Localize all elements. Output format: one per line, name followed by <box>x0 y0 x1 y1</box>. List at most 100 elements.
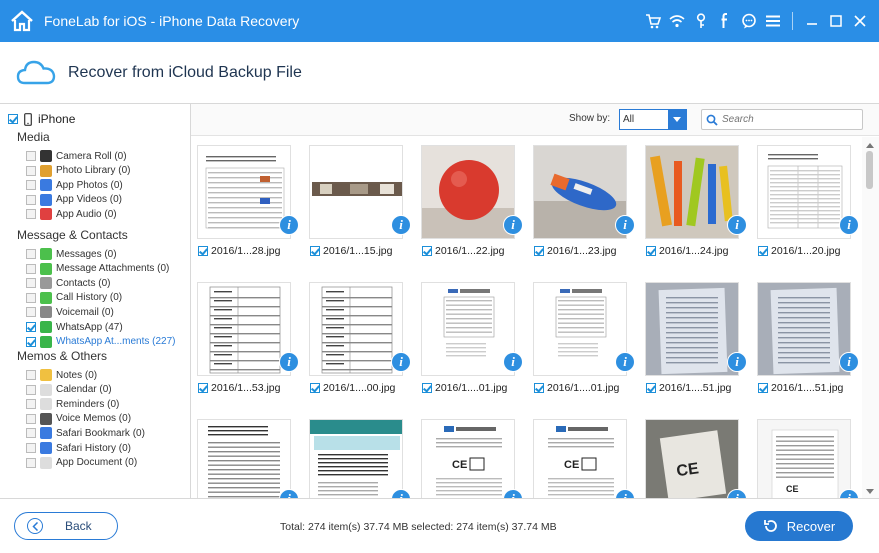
sidebar-item[interactable]: WhatsApp At...ments (227) <box>26 335 176 349</box>
item-checkbox[interactable] <box>26 370 36 380</box>
recover-button[interactable]: Recover <box>745 511 853 541</box>
item-checkbox[interactable] <box>26 151 36 161</box>
wifi-icon[interactable] <box>666 10 688 32</box>
key-icon[interactable] <box>690 10 712 32</box>
file-thumbnail[interactable] <box>197 419 291 498</box>
sidebar-item[interactable]: Message Attachments (0) <box>26 262 169 276</box>
item-checkbox[interactable] <box>26 443 36 453</box>
sidebar-item[interactable]: WhatsApp (47) <box>26 320 123 334</box>
sidebar-item[interactable]: App Audio (0) <box>26 207 117 221</box>
info-icon[interactable]: i <box>727 489 747 498</box>
file-checkbox[interactable] <box>758 246 768 256</box>
file-tile[interactable]: i 2016/1...20.jpg <box>751 137 861 265</box>
item-checkbox[interactable] <box>26 263 36 274</box>
info-icon[interactable]: i <box>391 489 411 498</box>
info-icon[interactable]: i <box>279 489 299 498</box>
info-icon[interactable]: i <box>503 215 523 235</box>
file-thumbnail[interactable] <box>757 145 851 239</box>
sidebar-item[interactable]: Messages (0) <box>26 247 117 261</box>
file-thumbnail[interactable] <box>309 419 403 498</box>
file-tile[interactable]: CE i <box>415 411 527 498</box>
file-thumbnail[interactable] <box>757 282 851 376</box>
minimize-button[interactable] <box>801 10 823 32</box>
file-checkbox[interactable] <box>310 383 320 393</box>
file-tile[interactable]: CE i <box>527 411 639 498</box>
info-icon[interactable]: i <box>839 352 859 372</box>
file-tile[interactable]: CE i <box>639 411 751 498</box>
file-checkbox[interactable] <box>534 246 544 256</box>
file-thumbnail[interactable] <box>645 282 739 376</box>
sidebar-item[interactable]: Safari History (0) <box>26 441 131 455</box>
file-checkbox[interactable] <box>646 383 656 393</box>
info-icon[interactable]: i <box>615 489 635 498</box>
item-checkbox[interactable] <box>26 457 36 468</box>
item-checkbox[interactable] <box>26 194 36 205</box>
info-icon[interactable]: i <box>727 352 747 372</box>
scroll-up-icon[interactable] <box>866 143 874 148</box>
file-checkbox[interactable] <box>646 246 656 256</box>
item-checkbox[interactable] <box>26 180 36 191</box>
file-tile[interactable]: i 2016/1...23.jpg <box>527 137 639 265</box>
close-button[interactable] <box>849 10 871 32</box>
file-checkbox[interactable] <box>198 246 208 256</box>
file-tile[interactable]: i <box>191 411 303 498</box>
sidebar-item[interactable]: Call History (0) <box>26 291 122 305</box>
info-icon[interactable]: i <box>391 352 411 372</box>
sidebar-item[interactable]: Contacts (0) <box>26 276 110 290</box>
file-tile[interactable]: i 2016/1....51.jpg <box>639 274 751 402</box>
file-thumbnail[interactable] <box>309 282 403 376</box>
show-by-select[interactable]: All <box>619 109 687 130</box>
item-checkbox[interactable] <box>26 278 36 289</box>
chat-icon[interactable] <box>738 10 760 32</box>
info-icon[interactable]: i <box>839 215 859 235</box>
file-tile[interactable]: CE i <box>751 411 861 498</box>
info-icon[interactable]: i <box>615 215 635 235</box>
device-root[interactable]: iPhone <box>8 112 75 126</box>
facebook-icon[interactable] <box>714 10 736 32</box>
info-icon[interactable]: i <box>279 215 299 235</box>
chevron-down-icon[interactable] <box>668 110 686 129</box>
file-tile[interactable]: i <box>303 411 415 498</box>
info-icon[interactable]: i <box>503 352 523 372</box>
file-tile[interactable]: i 2016/1...53.jpg <box>191 274 303 402</box>
file-tile[interactable]: i 2016/1....00.jpg <box>303 274 415 402</box>
file-thumbnail[interactable]: CE <box>645 419 739 498</box>
back-button[interactable]: Back <box>14 512 118 540</box>
grid-scrollbar[interactable] <box>862 137 879 498</box>
file-checkbox[interactable] <box>534 383 544 393</box>
maximize-button[interactable] <box>825 10 847 32</box>
file-thumbnail[interactable] <box>421 282 515 376</box>
info-icon[interactable]: i <box>839 489 859 498</box>
file-checkbox[interactable] <box>422 383 432 393</box>
sidebar-item[interactable]: Photo Library (0) <box>26 164 130 178</box>
file-thumbnail[interactable]: CE <box>533 419 627 498</box>
info-icon[interactable]: i <box>615 352 635 372</box>
file-tile[interactable]: i 2016/1...24.jpg <box>639 137 751 265</box>
item-checkbox[interactable] <box>26 399 36 410</box>
info-icon[interactable]: i <box>279 352 299 372</box>
file-thumbnail[interactable] <box>645 145 739 239</box>
home-icon[interactable] <box>0 0 44 42</box>
sidebar-item[interactable]: Safari Bookmark (0) <box>26 426 145 440</box>
item-checkbox[interactable] <box>26 384 36 395</box>
item-checkbox[interactable] <box>26 292 36 303</box>
file-thumbnail[interactable] <box>533 145 627 239</box>
sidebar-item[interactable]: App Videos (0) <box>26 193 122 207</box>
sidebar-item[interactable]: Voicemail (0) <box>26 305 114 319</box>
info-icon[interactable]: i <box>391 215 411 235</box>
item-checkbox[interactable] <box>26 428 36 439</box>
item-checkbox[interactable] <box>26 336 36 347</box>
file-thumbnail[interactable] <box>197 282 291 376</box>
file-thumbnail[interactable]: CE <box>421 419 515 498</box>
file-thumbnail[interactable] <box>421 145 515 239</box>
sidebar-item[interactable]: App Photos (0) <box>26 178 123 192</box>
item-checkbox[interactable] <box>26 322 36 332</box>
scroll-down-icon[interactable] <box>866 489 874 494</box>
info-icon[interactable]: i <box>503 489 523 498</box>
item-checkbox[interactable] <box>26 307 36 318</box>
item-checkbox[interactable] <box>26 165 36 176</box>
item-checkbox[interactable] <box>26 413 36 424</box>
file-tile[interactable]: i 2016/1....51.jpg <box>751 274 861 402</box>
item-checkbox[interactable] <box>26 249 36 259</box>
file-checkbox[interactable] <box>758 383 768 393</box>
